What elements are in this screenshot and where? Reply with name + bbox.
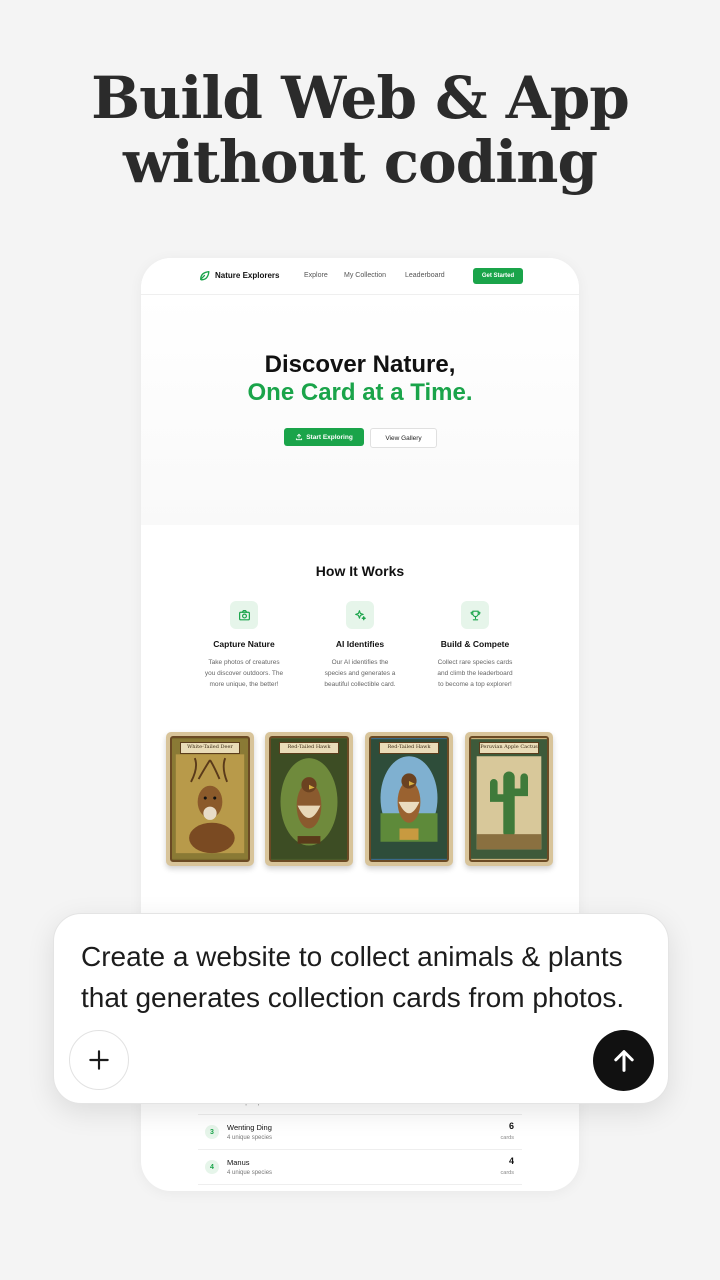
step-title: AI Identifies — [335, 639, 385, 649]
cactus-illustration — [471, 739, 547, 859]
step-title: Build & Compete — [440, 639, 510, 649]
leaderboard-count: 4 — [508, 1156, 514, 1166]
hero-title-line-1: Discover Nature, — [264, 351, 456, 378]
headline-line-1: Build Web & App — [91, 64, 630, 132]
leaderboard-rank: 3 — [205, 1125, 219, 1139]
leaderboard-row[interactable]: 3 Wenting Ding 4 unique species 6 cards — [198, 1115, 522, 1150]
plus-icon — [89, 1050, 109, 1070]
upload-icon — [296, 433, 303, 441]
how-it-works-title: How It Works — [315, 563, 405, 579]
step-description: Take photos of creatures you discover ou… — [189, 657, 299, 690]
arrow-up-icon — [613, 1049, 634, 1072]
card-label: Red-Tailed Hawk — [379, 742, 439, 754]
card-art: Red-Tailed Hawk — [269, 736, 349, 862]
add-attachment-button[interactable] — [69, 1030, 129, 1090]
prompt-box[interactable]: Create a website to collect animals & pl… — [53, 913, 669, 1104]
leaderboard-count: 6 — [508, 1121, 514, 1131]
nav-my-collection[interactable]: My Collection — [344, 272, 386, 279]
step-description: Our AI identifies the species and genera… — [305, 657, 415, 690]
start-exploring-button[interactable]: Start Exploring — [284, 428, 364, 446]
hawk-illustration — [371, 739, 447, 859]
hero-title-line-2: One Card at a Time. — [247, 379, 473, 406]
step-desc-line: beautiful collectible card. — [324, 681, 396, 688]
card-label: Red-Tailed Hawk — [279, 742, 339, 754]
view-gallery-button[interactable]: View Gallery — [370, 428, 437, 448]
step-capture: Capture Nature Take photos of creatures … — [189, 601, 299, 690]
headline: Build Web & App without coding — [0, 66, 720, 194]
collection-card-deer[interactable]: White-Tailed Deer — [166, 732, 254, 866]
brand-name: Nature Explorers — [215, 271, 280, 280]
nav-leaderboard[interactable]: Leaderboard — [405, 272, 445, 279]
step-title: Capture Nature — [213, 639, 275, 649]
hero-section: Discover Nature, One Card at a Time. Sta… — [141, 295, 579, 525]
headline-line-2: without coding — [122, 128, 598, 196]
step-desc-line: more unique, the better! — [209, 681, 279, 688]
step-desc-line: Take photos of creatures — [208, 659, 280, 666]
nav-explore[interactable]: Explore — [304, 272, 328, 279]
step-desc-line: Our AI identifies the — [331, 659, 389, 666]
trophy-icon — [461, 601, 489, 629]
leaderboard-species: 4 unique species — [227, 1170, 273, 1176]
card-art: Red-Tailed Hawk — [369, 736, 449, 862]
prompt-line-2: that generates collection cards from pho… — [81, 982, 625, 1013]
leaderboard-species: 4 unique species — [227, 1135, 273, 1141]
sparkles-icon — [346, 601, 374, 629]
hero-title: Discover Nature, One Card at a Time. — [141, 351, 579, 407]
card-art: Peruvian Apple Cactus — [469, 736, 549, 862]
step-desc-line: Collect rare species cards — [437, 659, 513, 666]
collection-card-cactus[interactable]: Peruvian Apple Cactus — [465, 732, 553, 866]
prompt-line-1: Create a website to collect animals & pl… — [81, 941, 623, 972]
deer-illustration — [172, 739, 248, 859]
leaderboard-unit: cards — [500, 1170, 514, 1176]
leaderboard-name: Manus — [227, 1158, 250, 1167]
card-label: Peruvian Apple Cactus — [479, 742, 539, 754]
leaf-icon — [200, 271, 210, 281]
prompt-text[interactable]: Create a website to collect animals & pl… — [81, 936, 651, 1018]
card-art: White-Tailed Deer — [170, 736, 250, 862]
step-desc-line: to become a top explorer! — [438, 681, 512, 688]
step-build-compete: Build & Compete Collect rare species car… — [420, 601, 530, 690]
step-desc-line: and climb the leaderboard — [437, 670, 513, 677]
step-desc-line: you discover outdoors. The — [204, 670, 284, 677]
leaderboard-row[interactable]: 4 Manus 4 unique species 4 cards — [198, 1150, 522, 1185]
card-label: White-Tailed Deer — [180, 742, 240, 754]
leaderboard-name: Wenting Ding — [227, 1123, 272, 1132]
hawk-illustration — [271, 739, 347, 859]
step-desc-line: species and generates a — [324, 670, 396, 677]
send-button[interactable] — [593, 1030, 654, 1091]
get-started-button[interactable]: Get Started — [473, 268, 523, 284]
brand[interactable]: Nature Explorers — [198, 269, 279, 282]
collection-card-hawk-2[interactable]: Red-Tailed Hawk — [365, 732, 453, 866]
leaderboard-rank: 4 — [205, 1160, 219, 1174]
step-description: Collect rare species cards and climb the… — [420, 657, 530, 690]
step-ai-identifies: AI Identifies Our AI identifies the spec… — [305, 601, 415, 690]
camera-icon — [230, 601, 258, 629]
start-exploring-label: Start Exploring — [306, 433, 353, 441]
collection-card-hawk[interactable]: Red-Tailed Hawk — [265, 732, 353, 866]
site-navbar: Nature Explorers Explore My Collection L… — [141, 258, 579, 295]
leaderboard-unit: cards — [500, 1135, 514, 1141]
